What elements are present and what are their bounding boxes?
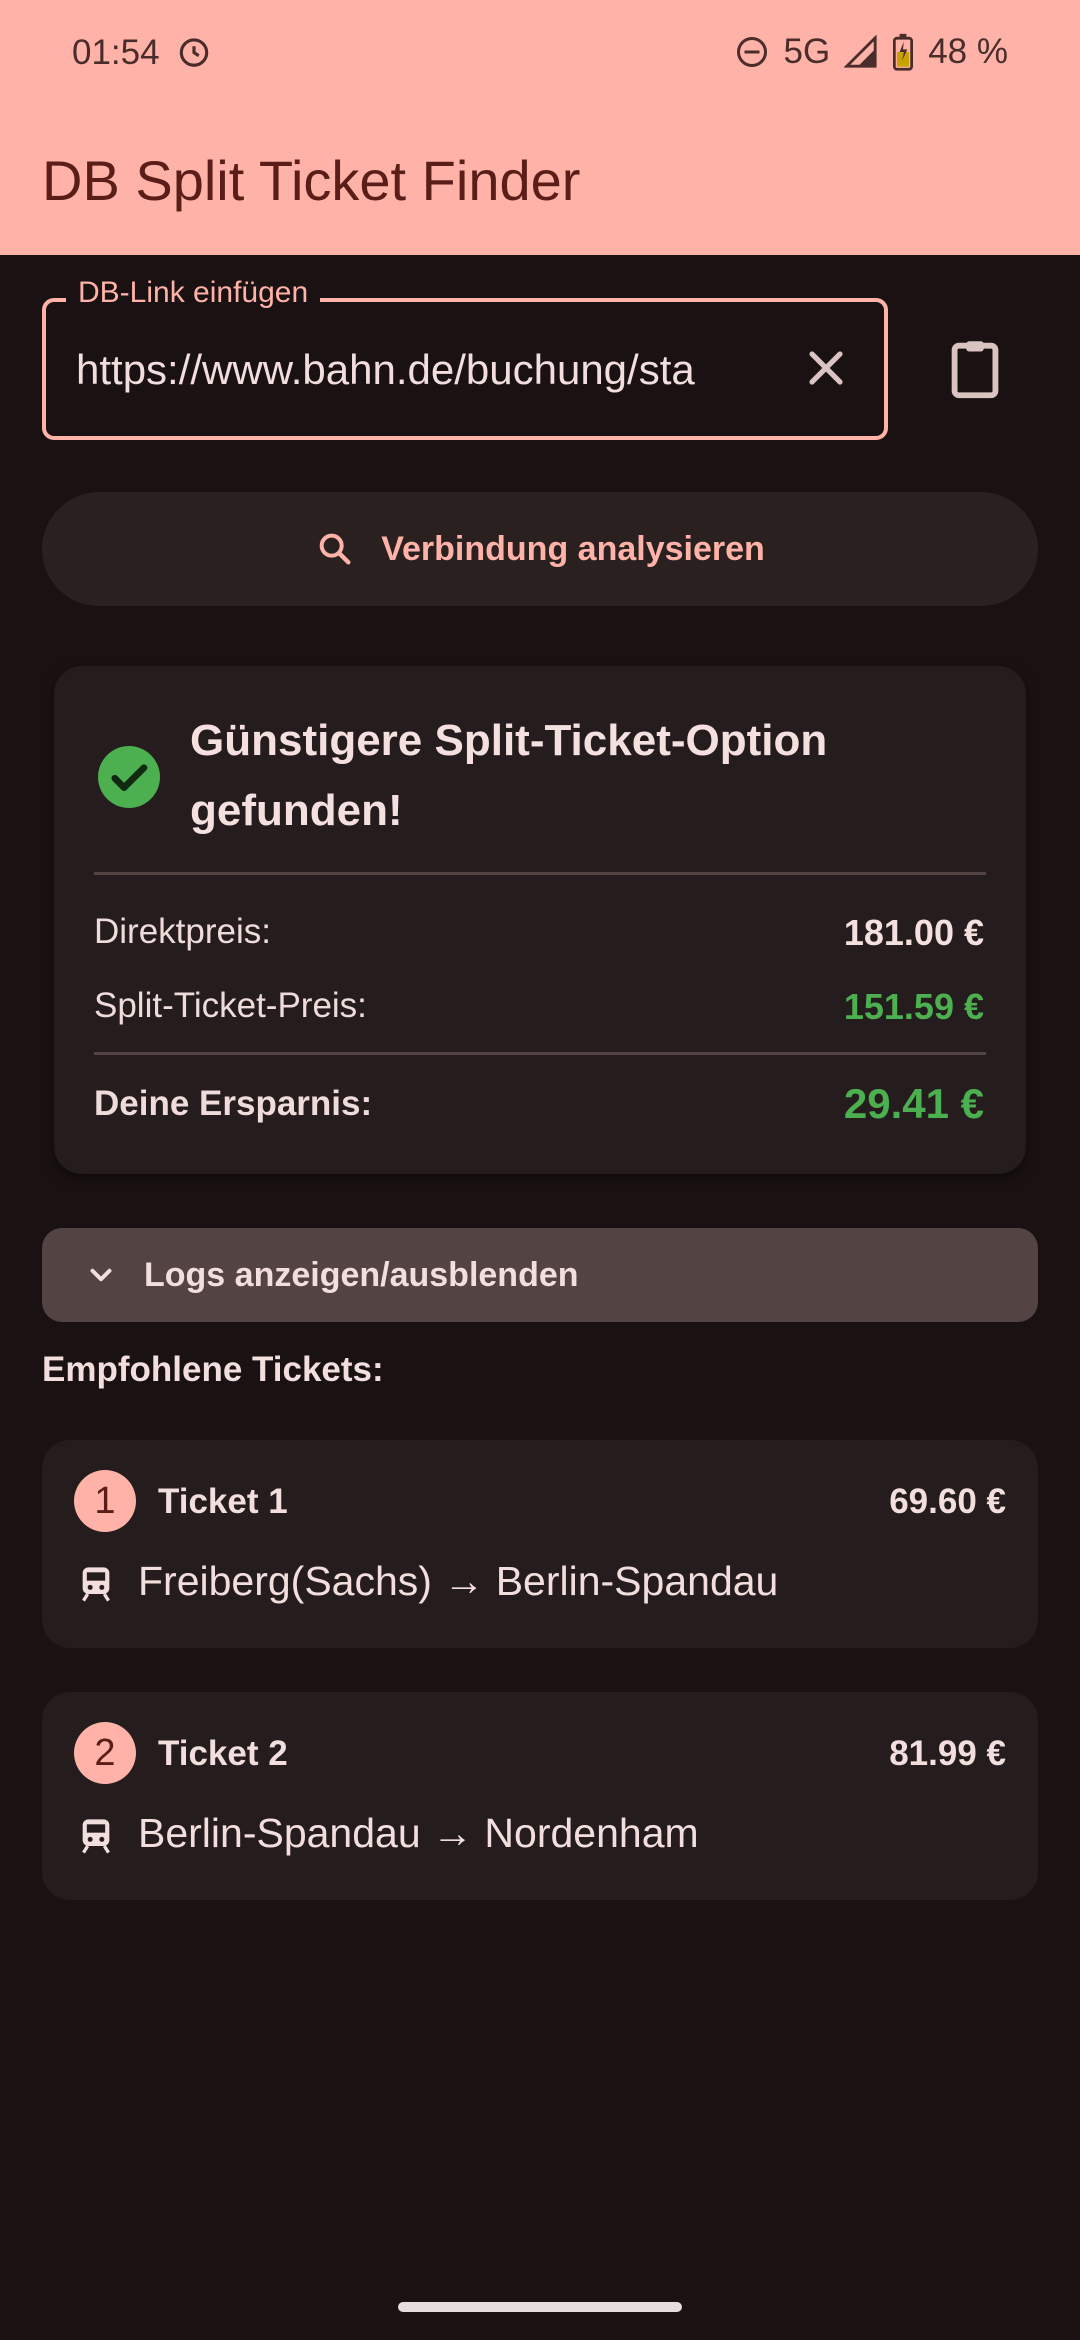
ticket-route: Freiberg(Sachs) → Berlin-Spandau: [138, 1558, 779, 1604]
status-bar-right: 5G 48 %: [734, 32, 1008, 72]
ticket-price: 81.99 €: [889, 1734, 1006, 1773]
page-title: DB Split Ticket Finder: [42, 149, 581, 212]
db-link-label: DB-Link einfügen: [66, 276, 321, 310]
result-title: Günstigere Split-Ticket-Option gefunden!: [190, 716, 828, 835]
result-card: Günstigere Split-Ticket-Option gefunden!…: [54, 666, 1026, 1174]
ticket-name: Ticket 1: [158, 1482, 288, 1521]
direct-price-value: 181.00 €: [843, 912, 984, 953]
ticket-number-badge: 1: [74, 1470, 136, 1532]
toggle-logs-button[interactable]: Logs anzeigen/ausblenden: [42, 1228, 1038, 1322]
ticket-number-badge: 2: [74, 1722, 136, 1784]
search-icon: [319, 533, 351, 565]
gesture-home-bar[interactable]: [398, 2302, 682, 2312]
chevron-down-icon: [90, 1268, 112, 1282]
status-time: 01:54: [72, 33, 160, 72]
train-icon: [82, 1567, 110, 1602]
toggle-logs-label: Logs anzeigen/ausblenden: [144, 1255, 579, 1294]
divider: [94, 1052, 986, 1055]
status-bar-left: 01:54: [72, 32, 213, 73]
db-link-input[interactable]: https://www.bahn.de/buchung/sta: [76, 346, 776, 394]
ticket-route: Berlin-Spandau → Nordenham: [138, 1810, 699, 1856]
split-price-value: 151.59 €: [843, 986, 984, 1027]
network-type: 5G: [783, 32, 831, 71]
savings-label: Deine Ersparnis:: [94, 1084, 373, 1123]
split-price-label: Split-Ticket-Preis:: [94, 986, 367, 1025]
db-link-field[interactable]: DB-Link einfügen https://www.bahn.de/buc…: [42, 276, 888, 440]
analyze-button[interactable]: Verbindung analysieren: [42, 492, 1038, 606]
clear-icon[interactable]: [798, 340, 854, 396]
train-icon: [82, 1819, 110, 1854]
ticket-price: 69.60 €: [889, 1482, 1006, 1521]
analyze-button-label: Verbindung analysieren: [381, 529, 765, 568]
ticket-card[interactable]: 2 Ticket 2 81.99 € Berlin-Spandau → Nord…: [42, 1692, 1038, 1900]
divider: [94, 872, 986, 875]
direct-price-label: Direktpreis:: [94, 912, 271, 951]
ticket-card[interactable]: 1 Ticket 1 69.60 € Freiberg(Sachs) → Ber…: [42, 1440, 1038, 1648]
app-bar: 01:54 5G 48 % DB Split Ticket Finder: [0, 0, 1080, 255]
savings-value: 29.41 €: [843, 1080, 984, 1127]
check-circle-icon: [98, 746, 160, 808]
ticket-name: Ticket 2: [158, 1734, 288, 1773]
dnd-icon: [736, 37, 767, 67]
alarm-icon: [180, 38, 209, 67]
battery-icon: [893, 33, 914, 71]
clipboard-icon[interactable]: [940, 334, 1010, 404]
recommended-tickets-heading: Empfohlene Tickets:: [42, 1350, 384, 1389]
signal-icon: [844, 35, 877, 68]
battery-level: 48 %: [928, 32, 1008, 71]
